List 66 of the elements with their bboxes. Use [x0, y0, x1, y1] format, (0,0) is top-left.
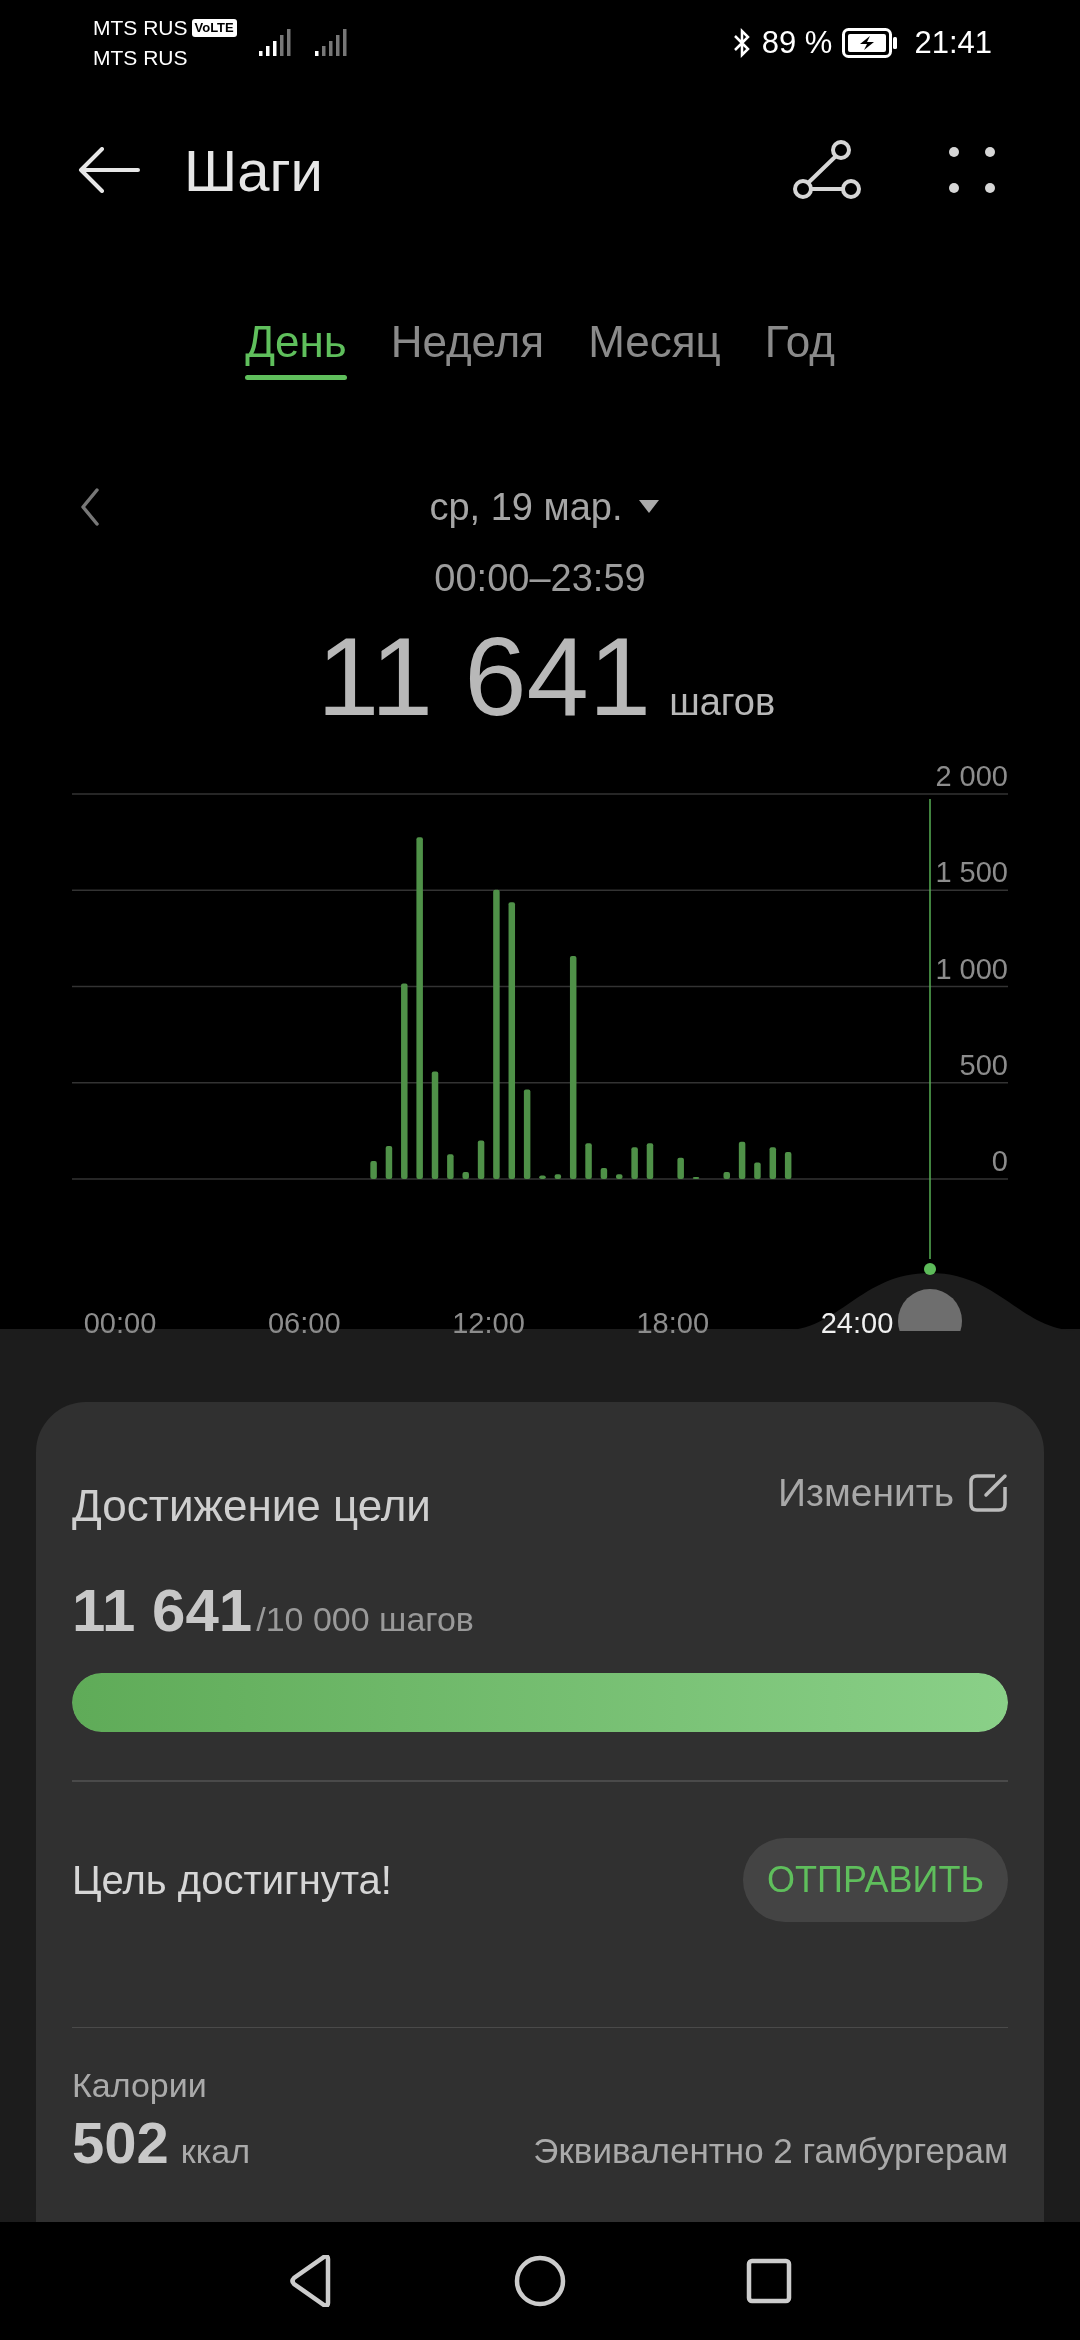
y-axis-label: 2 000: [935, 760, 1008, 792]
card-title: Достижение цели: [72, 1481, 431, 1531]
step-bar: [754, 1162, 761, 1179]
x-axis-label: 12:00: [452, 1307, 525, 1339]
step-bar: [692, 1176, 700, 1179]
step-bar: [585, 1143, 592, 1179]
goal-target: /10 000 шагов: [256, 1600, 474, 1639]
period-tab[interactable]: День: [245, 317, 347, 380]
y-axis-label: 0: [991, 1145, 1008, 1177]
edit-button[interactable]: Изменить: [778, 1471, 1008, 1515]
calories-unit: ккал: [180, 2132, 251, 2171]
step-bar: [738, 1141, 746, 1179]
battery-percent: 89 %: [761, 24, 833, 61]
current-steps: 11 641: [72, 1576, 253, 1645]
date-picker[interactable]: ср, 19 мар.: [429, 485, 659, 529]
y-axis-label: 1 500: [935, 856, 1008, 889]
time-cursor[interactable]: [924, 798, 936, 1275]
period-tab[interactable]: Год: [764, 317, 835, 380]
step-bar: [631, 1147, 638, 1179]
step-bar: [385, 1145, 393, 1179]
step-bar: [600, 1168, 608, 1179]
signal-icon: [258, 28, 293, 57]
back-arrow-icon[interactable]: [78, 147, 140, 193]
step-bar: [784, 1152, 792, 1179]
step-bar: [370, 1161, 377, 1179]
y-axis-label: 500: [959, 1048, 1008, 1081]
step-bar: [723, 1172, 730, 1179]
edit-icon: [968, 1473, 1008, 1513]
previous-day-icon[interactable]: [80, 488, 100, 526]
step-bar: [554, 1174, 562, 1179]
calories-label: Калории: [72, 2066, 208, 2105]
x-axis-label: 00:00: [83, 1307, 157, 1339]
step-unit: шагов: [669, 681, 776, 724]
step-bar: [769, 1147, 777, 1179]
page-title: Шаги: [184, 136, 323, 204]
carrier-name: MTS RUS: [93, 14, 188, 41]
step-bar: [477, 1140, 485, 1179]
recent-apps-icon[interactable]: [746, 2258, 792, 2304]
x-axis-label: 06:00: [267, 1307, 341, 1339]
calories-equivalent: Эквивалентно 2 гамбургерам: [533, 2131, 1008, 2171]
signal-icon: [314, 28, 349, 57]
y-axis-label: 1 000: [935, 952, 1008, 985]
step-bar: [447, 1154, 454, 1179]
route-icon[interactable]: [793, 139, 861, 201]
battery-charging-icon: [842, 27, 899, 58]
step-count: 11 641: [316, 613, 652, 741]
time-range: 00:00–23:59: [434, 557, 646, 601]
step-bar: [462, 1172, 469, 1179]
step-bar: [539, 1175, 546, 1179]
goal-status: Цель достигнута!: [72, 1857, 392, 1903]
carrier-name: MTS RUS: [93, 44, 188, 71]
bluetooth-icon: [731, 26, 752, 59]
more-icon[interactable]: [949, 147, 995, 193]
home-nav-icon[interactable]: [514, 2255, 566, 2307]
calories-value: 502: [72, 2109, 169, 2176]
volte-badge: VoLTE: [191, 18, 237, 37]
clock-time: 21:41: [914, 24, 992, 61]
x-axis-label: 18:00: [636, 1307, 710, 1339]
step-bar: [616, 1174, 623, 1179]
step-bar: [677, 1157, 684, 1179]
step-bar: [646, 1143, 654, 1179]
period-tab[interactable]: Неделя: [390, 317, 545, 380]
share-button[interactable]: ОТПРАВИТЬ: [743, 1838, 1008, 1922]
dropdown-caret-icon: [638, 500, 659, 514]
period-tab[interactable]: Месяц: [588, 317, 721, 380]
x-axis-label: 24:00: [820, 1307, 894, 1339]
